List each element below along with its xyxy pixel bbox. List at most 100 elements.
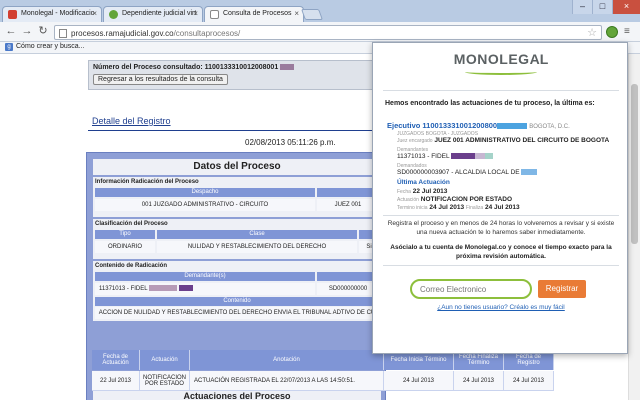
forward-icon[interactable]: → — [20, 25, 34, 39]
table-cell: ACCION DE NULIDAD Y RESTABLECIMIENTO DEL… — [95, 307, 379, 319]
demandante-row: 11371013 - FIDEL — [397, 153, 493, 160]
actuacion-value: NOTIFICACION POR ESTADO — [421, 196, 512, 203]
table-cell: NOTIFICACION POR ESTADO — [140, 371, 190, 391]
registra-text: Registra el proceso y en menos de 24 hor… — [385, 219, 617, 237]
divider — [88, 130, 378, 131]
demandado-row: SD000000003907 - ALCALDIA LOCAL DE — [397, 169, 537, 176]
tab-monolegal[interactable]: Dependiente judicial virt × — [103, 6, 203, 22]
back-icon[interactable]: ← — [4, 25, 18, 39]
page-icon — [210, 10, 219, 19]
table-cell: 22 Jul 2013 — [92, 371, 140, 391]
star-icon[interactable]: ☆ — [587, 26, 597, 39]
minimize-button[interactable]: – — [572, 0, 592, 14]
juez-value: JUEZ 001 ADMINISTRATIVO DEL CIRCUITO DE … — [434, 137, 609, 144]
redacted-block — [179, 285, 193, 291]
table-cell: NULIDAD Y RESTABLECIMIENTO DEL DERECHO — [157, 241, 357, 253]
create-account-link[interactable]: ¿Aun no tienes usuario? Créalo es muy fá… — [373, 304, 629, 311]
column-header — [317, 272, 379, 281]
tab-consulta[interactable]: Consulta de Procesos × — [204, 6, 304, 22]
close-icon[interactable]: × — [92, 9, 97, 18]
detalle-link[interactable]: Detalle del Registro — [92, 116, 171, 126]
email-field[interactable] — [410, 279, 532, 299]
section-label: Clasificación del Proceso — [93, 219, 381, 229]
field-label: Fecha — [397, 189, 411, 195]
consult-label: Número del Proceso consultado: 110013331… — [93, 64, 278, 71]
column-header — [317, 188, 379, 197]
process-city: BOGOTA, D.C. — [529, 124, 570, 130]
table-cell: 24 Jul 2013 — [504, 371, 554, 391]
column-header: Anotación — [190, 350, 384, 370]
table-cell: SD000000000 — [317, 283, 379, 295]
address-bar[interactable]: procesos.ramajudicial.gov.co/consultapro… — [54, 25, 602, 40]
bookmark-label: Cómo crear y busca... — [16, 43, 84, 50]
termino-inicia-value: 24 Jul 2013 — [429, 204, 464, 211]
redacted-block — [149, 285, 177, 291]
new-tab-button[interactable] — [301, 9, 323, 20]
maximize-button[interactable]: □ — [592, 0, 612, 14]
close-icon[interactable]: × — [193, 9, 198, 18]
juez-row: Juez encargado JUEZ 001 ADMINISTRATIVO D… — [397, 137, 609, 144]
gmail-icon — [8, 10, 17, 19]
google-icon: g — [5, 43, 13, 51]
table-cell: 11371013 - FIDEL — [95, 283, 315, 295]
section-label: Contenido de Radicación — [93, 261, 381, 271]
table-cell: JUEZ 001 — [317, 199, 379, 211]
monolegal-extension-icon[interactable] — [606, 26, 618, 38]
divider — [383, 90, 619, 91]
demandado-value: SD000000003907 - ALCALDIA LOCAL DE — [397, 169, 520, 176]
column-header: Despacho — [95, 188, 315, 197]
redacted-block — [451, 153, 475, 159]
bookmark-item[interactable]: gCómo crear y busca... — [5, 43, 84, 51]
field-label: Juez encargado — [397, 138, 433, 144]
monolegal-popup: MONOLEGAL Hemos encontrado las actuacion… — [372, 42, 628, 354]
contenido-radicacion-section: Contenido de Radicación Demandante(s) 11… — [93, 261, 381, 321]
return-results-button[interactable]: Regresar a los resultados de la consulta — [93, 74, 228, 85]
column-header: Contenido — [95, 297, 379, 306]
info-radicacion-section: Información Radicación del Proceso Despa… — [93, 177, 381, 217]
ultima-actuacion-title: Última Actuación — [397, 179, 450, 186]
column-header: Fecha de Actuación — [92, 350, 140, 370]
table-cell: ACTUACIÓN REGISTRADA EL 22/07/2013 A LAS… — [190, 371, 384, 391]
monolegal-icon — [109, 10, 118, 19]
page-icon — [59, 29, 67, 38]
demandante-name: 11371013 - FIDEL — [99, 286, 147, 292]
table-cell: 24 Jul 2013 — [454, 371, 504, 391]
logo-text: AL — [530, 51, 549, 67]
field-label: Actuación — [397, 197, 419, 203]
column-header: Demandante(s) — [95, 272, 315, 281]
tab-strip: Monolegal - Modificacio × Dependiente ju… — [0, 0, 640, 22]
menu-icon[interactable]: ≡ — [624, 26, 635, 37]
tab-title: Consulta de Procesos — [223, 10, 291, 17]
consult-box: Número del Proceso consultado: 110013331… — [88, 60, 388, 90]
field-label: Finaliza — [466, 205, 483, 211]
reload-icon[interactable]: ↻ — [36, 25, 50, 39]
url-path: /consultaprocesos/ — [174, 29, 241, 38]
datetime: 02/08/2013 05:11:26 p.m. — [245, 138, 336, 147]
tab-title: Dependiente judicial virt — [122, 10, 196, 17]
scrollbar-thumb[interactable] — [631, 84, 638, 244]
tab-gmail[interactable]: Monolegal - Modificacio × — [2, 6, 102, 22]
asocialo-text: Asócialo a tu cuenta de Monolegal.co y c… — [385, 243, 617, 261]
redacted-block — [521, 169, 537, 175]
monolegal-logo: MONOLEGAL — [373, 51, 629, 67]
window-controls: – □ × — [572, 0, 640, 14]
table-cell: 001 JUZGADO ADMINISTRATIVO - CIRCUITO — [95, 199, 315, 211]
column-header: Clase — [157, 230, 357, 239]
scrollbar[interactable] — [628, 54, 640, 400]
found-message: Hemos encontrado las actuaciones de tu p… — [385, 100, 595, 107]
section-label: Información Radicación del Proceso — [93, 177, 381, 187]
toolbar: ← → ↻ procesos.ramajudicial.gov.co/consu… — [0, 22, 640, 42]
clasificacion-section: Clasificación del Proceso Tipo Clase ORD… — [93, 219, 381, 259]
demandante-value: 11371013 - FIDEL — [397, 153, 449, 160]
close-icon[interactable]: × — [294, 9, 299, 18]
process-number: Ejecutivo 110013331001200800 — [387, 121, 497, 130]
termino-finaliza-value: 24 Jul 2013 — [485, 204, 520, 211]
column-header: Actuación — [140, 350, 190, 370]
close-window-button[interactable]: × — [612, 0, 640, 14]
redacted-block — [485, 153, 493, 159]
fecha-value: 22 Jul 2013 — [413, 188, 448, 195]
logo-swoosh — [465, 69, 537, 75]
redacted-block — [497, 123, 527, 129]
register-button[interactable]: Registrar — [538, 280, 586, 298]
process-title[interactable]: Ejecutivo 110013331001200800 BOGOTA, D.C… — [387, 121, 570, 130]
